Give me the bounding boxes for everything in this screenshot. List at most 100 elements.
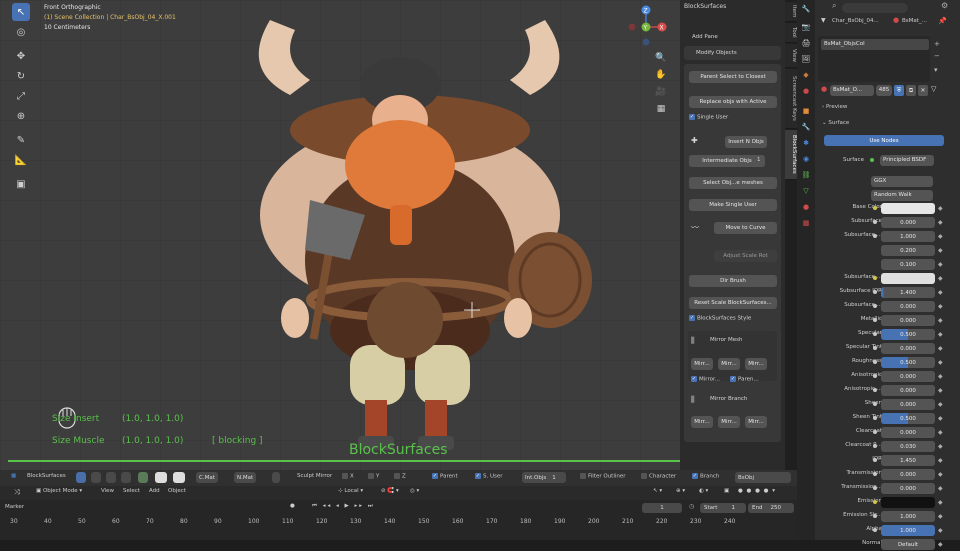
intermediate-objs-field[interactable]: Intermediate Objs bbox=[689, 155, 765, 167]
insert-n-objs-button[interactable]: Insert N Objs bbox=[725, 136, 767, 148]
bb-icon-8[interactable] bbox=[272, 472, 280, 483]
unlink-icon[interactable]: ✕ bbox=[918, 85, 928, 96]
keyframe-icon[interactable]: ◆ bbox=[938, 471, 943, 478]
socket-icon[interactable] bbox=[873, 220, 877, 224]
modifier-properties-icon[interactable]: 🔧 bbox=[801, 122, 811, 132]
bsdf-input-field[interactable] bbox=[881, 203, 935, 214]
socket-icon[interactable] bbox=[873, 472, 877, 476]
particles-icon[interactable]: ✱ bbox=[801, 138, 811, 148]
s-user-toggle[interactable]: ✓ S. User bbox=[475, 473, 503, 480]
n-mat-button[interactable]: N.Mat bbox=[234, 472, 257, 483]
gizmo-toggle-icon[interactable]: ⊕ ▾ bbox=[676, 488, 685, 494]
single-user-checkbox[interactable]: ✓ Single User bbox=[689, 114, 728, 121]
user-count[interactable]: 485 bbox=[876, 85, 892, 96]
move-to-curve-button[interactable]: Move to Curve bbox=[714, 222, 777, 234]
bsdf-input-field[interactable]: 1.000 bbox=[881, 525, 935, 536]
bb-icon-4[interactable] bbox=[121, 472, 131, 483]
socket-icon[interactable] bbox=[873, 360, 877, 364]
mirror-checkbox[interactable]: ✓ Mirror... bbox=[691, 376, 720, 383]
keyframe-icon[interactable]: ◆ bbox=[938, 401, 943, 408]
make-single-user-button[interactable]: Make Single User bbox=[689, 199, 777, 211]
world-properties-icon[interactable]: ● bbox=[801, 86, 811, 96]
measure-tool-icon[interactable]: 📐 bbox=[12, 151, 30, 169]
marker-menu[interactable]: Marker bbox=[5, 504, 24, 510]
add-pane-label[interactable]: Add Pane bbox=[692, 34, 718, 40]
object-mode-dropdown[interactable]: ▣ Object Mode ▾ bbox=[36, 488, 82, 494]
current-frame-field[interactable]: 1 bbox=[642, 503, 682, 513]
socket-icon[interactable] bbox=[873, 528, 877, 532]
preview-section[interactable]: › Preview bbox=[822, 104, 847, 110]
snap-icon[interactable]: ⊘ 🧲 ▾ bbox=[381, 488, 399, 494]
use-nodes-button[interactable]: Use Nodes bbox=[824, 135, 944, 146]
scale-tool-icon[interactable]: ⤢ bbox=[12, 87, 30, 105]
fake-user-icon[interactable]: ⛨ bbox=[894, 85, 904, 96]
keyframe-icon[interactable]: ◆ bbox=[938, 373, 943, 380]
navigation-gizmo[interactable]: X Z Y bbox=[628, 2, 668, 46]
keyframe-icon[interactable]: ◆ bbox=[938, 415, 943, 422]
tab-item[interactable]: Item bbox=[785, 2, 797, 22]
bsdf-input-field[interactable]: 0.000 bbox=[881, 343, 935, 354]
bsdf-input-field[interactable]: 0.000 bbox=[881, 385, 935, 396]
socket-icon[interactable] bbox=[873, 430, 877, 434]
keyframe-icon[interactable]: ◆ bbox=[938, 247, 943, 254]
auto-range-icon[interactable]: ◷ bbox=[689, 503, 697, 513]
keyframe-icon[interactable]: ◆ bbox=[938, 527, 943, 534]
add-slot-icon[interactable]: + bbox=[934, 40, 940, 48]
grid-view-icon[interactable]: ▦ bbox=[653, 101, 669, 117]
filter-outliner-toggle[interactable]: Filter Outliner bbox=[580, 473, 626, 480]
view-menu[interactable]: View bbox=[101, 488, 114, 494]
add-menu[interactable]: Add bbox=[149, 488, 160, 494]
output-properties-icon[interactable]: 🖨 bbox=[801, 38, 811, 48]
socket-icon[interactable] bbox=[873, 304, 877, 308]
bb-icon-1[interactable] bbox=[76, 472, 86, 483]
bsdf-input-field[interactable]: 0.000 bbox=[881, 399, 935, 410]
branch-toggle[interactable]: ✓ Branch bbox=[692, 473, 719, 480]
bsobj-field[interactable]: BsObj bbox=[735, 472, 791, 483]
mirror-mesh-button-1[interactable]: Mirr... bbox=[691, 358, 713, 370]
tab-screencast-keys[interactable]: Screencast Keys bbox=[785, 69, 797, 129]
mirror-branch-button-1[interactable]: Mirr... bbox=[691, 416, 713, 428]
zoom-icon[interactable]: 🔍 bbox=[653, 50, 669, 66]
parent-checkbox[interactable]: ✓ Paren... bbox=[730, 376, 759, 383]
bsdf-input-field[interactable]: 0.000 bbox=[881, 315, 935, 326]
editor-type-icon[interactable]: ⤨ bbox=[14, 488, 20, 497]
hand-pan-icon[interactable]: ✋ bbox=[653, 67, 669, 83]
mirror-mesh-button-2[interactable]: Mirr... bbox=[718, 358, 740, 370]
material-name-field[interactable]: BsMat_O... bbox=[830, 85, 874, 96]
keyframe-icon[interactable]: ◆ bbox=[938, 345, 943, 352]
bsdf-input-field[interactable]: 1.000 bbox=[881, 231, 935, 242]
record-icon[interactable]: ● bbox=[290, 503, 295, 509]
socket-icon[interactable] bbox=[873, 290, 877, 294]
socket-icon[interactable] bbox=[873, 514, 877, 518]
mirror-x-toggle[interactable]: X bbox=[342, 473, 354, 480]
socket-icon[interactable] bbox=[873, 402, 877, 406]
bsdf-input-field[interactable] bbox=[881, 497, 935, 508]
start-frame-field[interactable]: Start 1 bbox=[700, 503, 746, 513]
overlay-toggle-icon[interactable]: ◐ ▾ bbox=[699, 488, 708, 494]
bsdf-input-field[interactable]: 1.400 bbox=[881, 287, 935, 298]
socket-icon[interactable] bbox=[873, 346, 877, 350]
move-tool-icon[interactable]: ✥ bbox=[12, 47, 30, 65]
keyframe-icon[interactable]: ◆ bbox=[938, 275, 943, 282]
keyframe-icon[interactable]: ◆ bbox=[938, 233, 943, 240]
scene-properties-icon[interactable]: ◆ bbox=[801, 70, 811, 80]
proportional-edit-icon[interactable]: ◎ ▾ bbox=[410, 488, 419, 494]
bsdf-input-field[interactable]: 0.000 bbox=[881, 301, 935, 312]
bsdf-input-field[interactable]: 1.450 bbox=[881, 455, 935, 466]
dir-brush-button[interactable]: Dir Brush bbox=[689, 275, 777, 287]
mirror-y-toggle[interactable]: Y bbox=[368, 473, 379, 480]
annotate-tool-icon[interactable]: ✎ bbox=[12, 131, 30, 149]
options-icon[interactable]: ⚙ bbox=[941, 1, 948, 10]
bsdf-input-field[interactable]: 0.500 bbox=[881, 357, 935, 368]
bb-icon-2[interactable] bbox=[91, 472, 101, 483]
bb-icon-6[interactable] bbox=[155, 472, 167, 483]
rotate-tool-icon[interactable]: ↻ bbox=[12, 67, 30, 85]
material-properties-icon[interactable]: ● bbox=[801, 202, 811, 212]
bsdf-input-field[interactable]: 0.000 bbox=[881, 427, 935, 438]
keyframe-icon[interactable]: ◆ bbox=[938, 317, 943, 324]
keyframe-icon[interactable]: ◆ bbox=[938, 513, 943, 520]
bsdf-input-field[interactable]: 0.000 bbox=[881, 483, 935, 494]
socket-icon[interactable] bbox=[873, 444, 877, 448]
socket-icon[interactable] bbox=[873, 374, 877, 378]
socket-icon[interactable] bbox=[873, 458, 877, 462]
